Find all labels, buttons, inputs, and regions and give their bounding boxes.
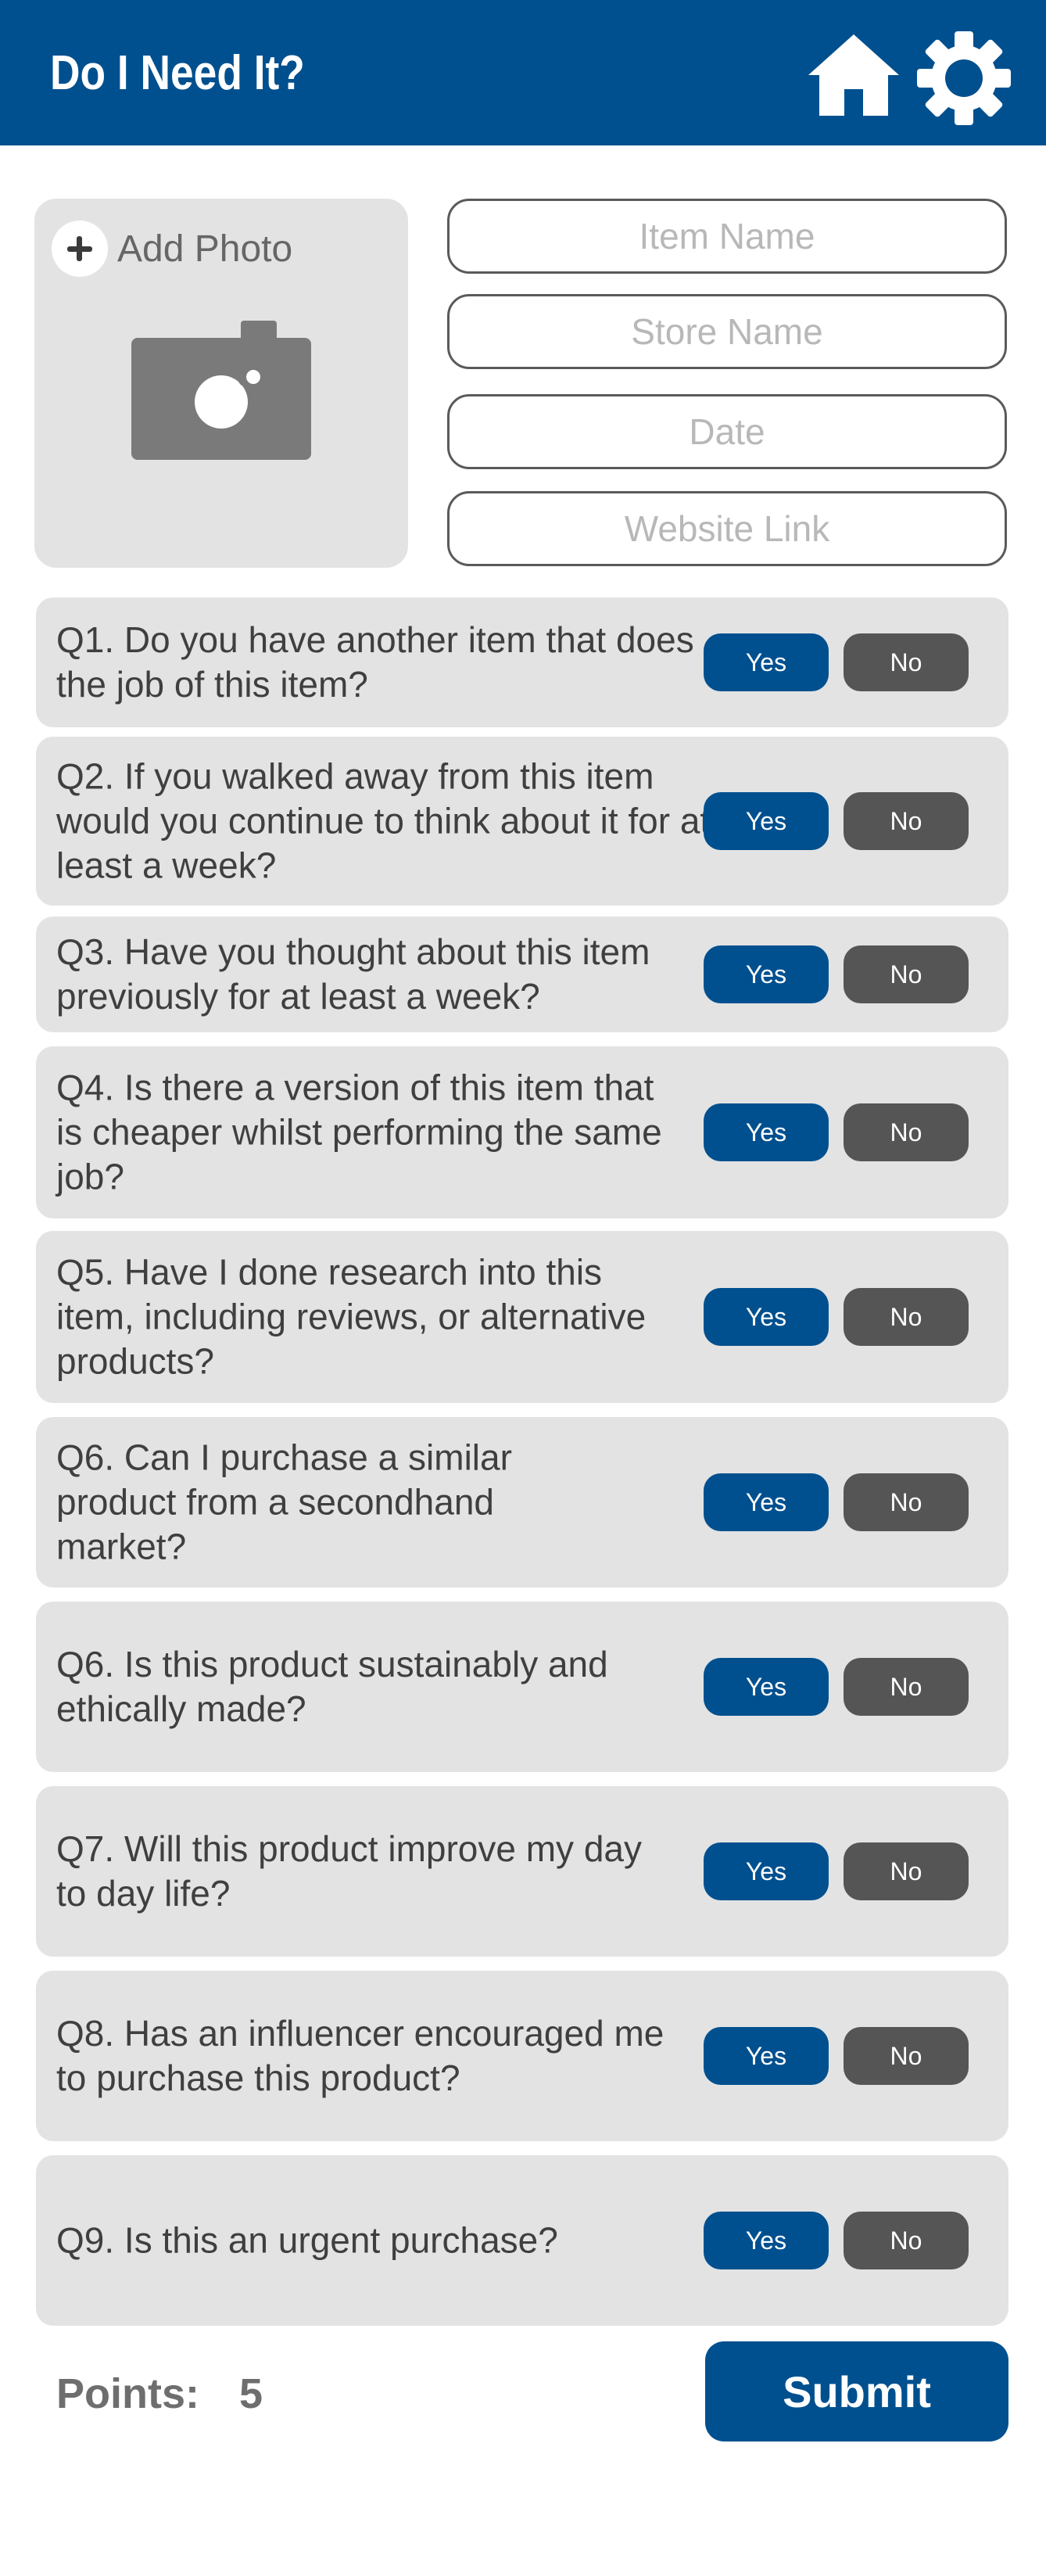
- points-value: 5: [239, 2370, 263, 2417]
- no-button[interactable]: No: [844, 2027, 969, 2085]
- question-text: Q3. Have you thought about this item pre…: [56, 931, 650, 1017]
- question-text: Q7. Will this product improve my day to …: [56, 1828, 643, 1914]
- home-icon: [808, 34, 899, 116]
- website-link-field[interactable]: [447, 491, 1007, 566]
- question-text: Q8. Has an influencer encouraged me to p…: [56, 2013, 664, 2098]
- camera-icon: [131, 321, 311, 460]
- question-text: Q9. Is this an urgent purchase?: [56, 2219, 558, 2261]
- no-button[interactable]: No: [844, 2212, 969, 2269]
- question-card: Q6. Can I purchase a similar product fro…: [36, 1417, 1008, 1588]
- yes-button[interactable]: Yes: [704, 1842, 829, 1900]
- no-button[interactable]: No: [844, 1103, 969, 1161]
- question-text: Q1. Do you have another item that does t…: [56, 619, 694, 705]
- question-text: Q4. Is there a version of this item that…: [56, 1067, 662, 1197]
- question-text: Q5. Have I done research into this item,…: [56, 1251, 647, 1382]
- no-button[interactable]: No: [844, 1288, 969, 1346]
- no-button[interactable]: No: [844, 1473, 969, 1531]
- app-title: Do I Need It?: [50, 46, 305, 100]
- yes-button[interactable]: Yes: [704, 1103, 829, 1161]
- add-photo-panel[interactable]: Add Photo: [34, 199, 408, 568]
- points-label: Points:: [56, 2370, 199, 2417]
- yes-button[interactable]: Yes: [704, 2027, 829, 2085]
- question-card: Q8. Has an influencer encouraged me to p…: [36, 1971, 1008, 2141]
- question-card: Q5. Have I done research into this item,…: [36, 1231, 1008, 1403]
- question-card: Q7. Will this product improve my day to …: [36, 1786, 1008, 1957]
- add-photo-label: Add Photo: [117, 228, 293, 270]
- yes-button[interactable]: Yes: [704, 945, 829, 1003]
- yes-button[interactable]: Yes: [704, 792, 829, 850]
- settings-button[interactable]: [913, 30, 1015, 127]
- no-button[interactable]: No: [844, 792, 969, 850]
- yes-button[interactable]: Yes: [704, 633, 829, 691]
- question-text: Q6. Can I purchase a similar product fro…: [56, 1437, 512, 1567]
- plus-icon: [52, 221, 108, 277]
- no-button[interactable]: No: [844, 633, 969, 691]
- no-button[interactable]: No: [844, 1658, 969, 1716]
- question-card: Q2. If you walked away from this item wo…: [36, 737, 1008, 906]
- item-name-field[interactable]: [447, 199, 1007, 274]
- yes-button[interactable]: Yes: [704, 1288, 829, 1346]
- no-button[interactable]: No: [844, 1842, 969, 1900]
- add-photo-button[interactable]: Add Photo: [52, 221, 292, 277]
- store-name-field[interactable]: [447, 294, 1007, 369]
- yes-button[interactable]: Yes: [704, 1658, 829, 1716]
- question-card: Q1. Do you have another item that does t…: [36, 597, 1008, 727]
- app-header: Do I Need It?: [0, 0, 1046, 145]
- date-field[interactable]: [447, 394, 1007, 469]
- question-card: Q9. Is this an urgent purchase? Yes No: [36, 2155, 1008, 2326]
- home-button[interactable]: [804, 31, 904, 119]
- question-text: Q6. Is this product sustainably and ethi…: [56, 1644, 608, 1729]
- question-card: Q3. Have you thought about this item pre…: [36, 917, 1008, 1032]
- yes-button[interactable]: Yes: [704, 2212, 829, 2269]
- question-card: Q4. Is there a version of this item that…: [36, 1046, 1008, 1218]
- yes-button[interactable]: Yes: [704, 1473, 829, 1531]
- question-card: Q6. Is this product sustainably and ethi…: [36, 1602, 1008, 1772]
- gear-icon: [917, 31, 1011, 125]
- question-text: Q2. If you walked away from this item wo…: [56, 755, 711, 886]
- submit-button[interactable]: Submit: [705, 2341, 1008, 2441]
- no-button[interactable]: No: [844, 945, 969, 1003]
